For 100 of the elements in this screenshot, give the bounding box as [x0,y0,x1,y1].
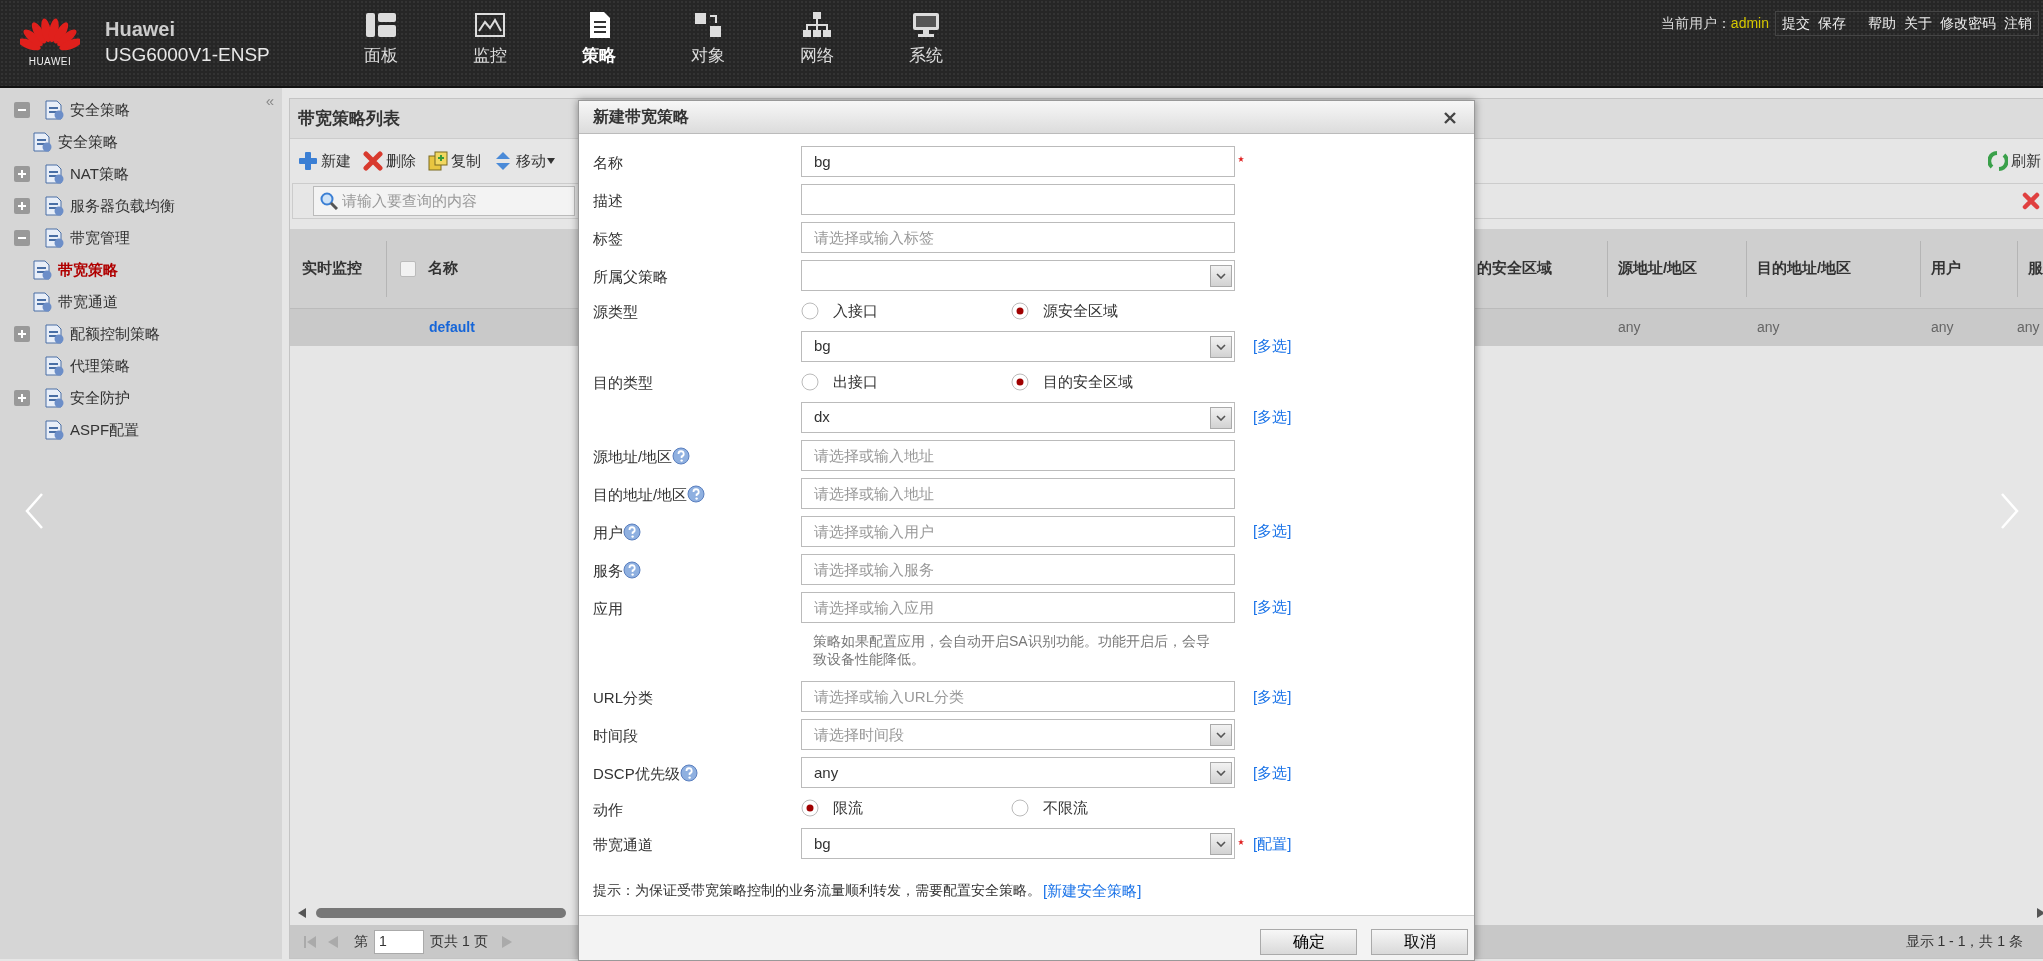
tree-item[interactable]: 安全防护 [70,386,130,410]
column-header[interactable]: 实时监控 [302,257,362,280]
text-field[interactable]: 请选择或输入URL分类 [801,681,1235,713]
dropdown-button[interactable] [1210,264,1232,287]
expand-toggle-icon[interactable] [14,326,30,342]
field-label: 标签 [593,228,623,249]
text-field[interactable]: 请选择或输入用户 [801,516,1235,547]
dropdown-button[interactable] [1210,761,1232,784]
multi-select-link[interactable]: [多选] [1253,335,1292,358]
expand-toggle-icon[interactable] [14,166,30,182]
multi-select-link[interactable]: [多选] [1253,520,1292,543]
help-icon[interactable] [623,522,641,541]
chevron-left-icon[interactable] [24,492,44,530]
clear-icon[interactable] [2022,192,2040,210]
select-field[interactable]: bg [801,331,1235,362]
multi-select-link[interactable]: [配置] [1253,832,1292,856]
text-field[interactable]: 请选择或输入地址 [801,478,1235,509]
header-link[interactable]: 注销 [2004,13,2032,34]
radio-button[interactable] [801,799,819,818]
multi-select-link[interactable]: [多选] [1253,406,1292,429]
nav-tab[interactable]: 系统 [871,0,980,87]
dropdown-button[interactable] [1210,406,1232,429]
radio-label[interactable]: 限流 [833,797,863,820]
multi-select-link[interactable]: [多选] [1253,685,1292,709]
tree-item[interactable]: 代理策略 [70,354,130,378]
toolbar-button[interactable]: 删除 [363,149,416,173]
column-header[interactable]: 的安全区域 [1477,257,1552,280]
column-header[interactable]: 用户 [1931,257,1961,280]
dropdown-button[interactable] [1210,723,1232,746]
header-link[interactable]: 帮助 [1868,13,1896,34]
header-link[interactable]: 保存 [1818,13,1846,34]
document-icon [44,164,64,184]
select-field[interactable]: dx [801,402,1235,433]
select-field[interactable]: bg [801,828,1235,860]
refresh-button[interactable]: 刷新 [1988,149,2041,173]
nav-tab[interactable]: 监控 [435,0,544,87]
collapse-toggle-icon[interactable] [14,102,30,118]
text-field[interactable]: 请选择或输入服务 [801,554,1235,585]
radio-button[interactable] [1011,302,1029,320]
header-link[interactable]: 修改密码 [1940,13,1996,34]
radio-label[interactable]: 入接口 [833,299,878,323]
tree-item[interactable]: 配额控制策略 [70,322,160,346]
column-header[interactable]: 名称 [428,257,458,280]
text-field[interactable]: 请选择或输入应用 [801,592,1235,623]
text-field[interactable]: 请选择或输入标签 [801,222,1235,253]
radio-label[interactable]: 目的安全区域 [1043,370,1133,394]
tree-item[interactable]: 带宽管理 [70,226,130,250]
text-field[interactable] [801,184,1235,215]
column-header[interactable]: 服 [2028,257,2043,280]
dropdown-button[interactable] [1210,832,1232,855]
toolbar-button[interactable]: 新建 [298,149,351,173]
radio-button[interactable] [801,373,819,391]
text-field[interactable]: bg [801,146,1235,177]
toolbar-button[interactable]: 复制 [428,149,481,173]
help-icon[interactable] [687,484,706,503]
help-icon[interactable] [679,764,698,783]
new-policy-link[interactable]: [新建安全策略] [1043,880,1142,903]
radio-button[interactable] [1011,373,1029,391]
tree-item[interactable]: 安全策略 [58,130,118,154]
column-header[interactable]: 源地址/地区 [1618,257,1698,280]
column-header[interactable]: 目的地址/地区 [1757,257,1852,280]
nav-tab[interactable]: 对象 [653,0,762,87]
radio-label[interactable]: 不限流 [1043,797,1088,820]
select-field[interactable] [801,260,1235,291]
header-link[interactable]: 关于 [1904,13,1932,34]
expand-toggle-icon[interactable] [14,198,30,214]
nav-tab[interactable]: 网络 [762,0,871,87]
header-link[interactable]: 提交 [1782,13,1810,34]
help-icon[interactable] [623,560,641,579]
expand-toggle-icon[interactable] [14,390,30,406]
tree-item[interactable]: 带宽通道 [58,290,118,314]
dialog-button[interactable]: 确定 [1260,928,1357,955]
select-all-checkbox[interactable] [400,260,416,277]
document-icon [44,228,64,248]
nav-tab[interactable]: 面板 [326,0,435,87]
tree-item[interactable]: 服务器负载均衡 [70,194,175,218]
field-label: 用户 [593,522,623,543]
dialog-button[interactable]: 取消 [1371,928,1468,955]
tree-item[interactable]: ASPF配置 [70,418,140,442]
collapse-toggle-icon[interactable] [14,230,30,246]
tree-item[interactable]: 安全策略 [70,98,130,122]
nav-tab[interactable]: 策略 [544,0,653,87]
scrollbar-thumb[interactable] [316,908,566,918]
radio-label[interactable]: 出接口 [833,370,878,394]
tree-item[interactable]: NAT策略 [70,162,129,186]
radio-button[interactable] [801,302,819,320]
multi-select-link[interactable]: [多选] [1253,761,1292,785]
dropdown-button[interactable] [1210,335,1232,358]
chevron-down-icon [1216,272,1226,279]
scroll-right-icon[interactable] [2037,908,2043,918]
text-field[interactable]: 请选择或输入地址 [801,440,1235,471]
multi-select-link[interactable]: [多选] [1253,596,1292,619]
page-field[interactable]: 1 [374,929,424,954]
help-icon[interactable] [672,446,691,465]
select-field[interactable]: any [801,757,1235,789]
radio-button[interactable] [1011,799,1029,818]
toolbar-button[interactable]: 移动 [493,149,555,173]
radio-label[interactable]: 源安全区域 [1043,299,1118,323]
table-cell-text: any [2017,318,2040,337]
tree-item[interactable]: 带宽策略 [58,258,118,282]
